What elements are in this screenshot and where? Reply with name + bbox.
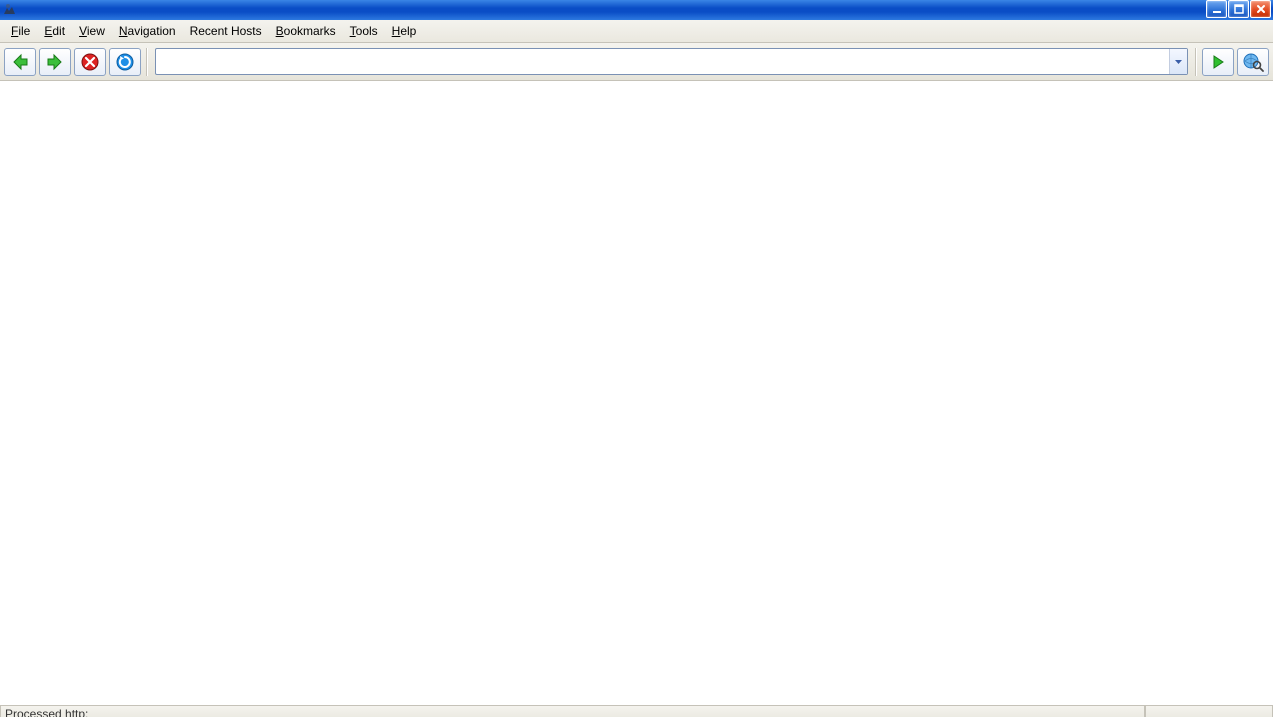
address-input[interactable] bbox=[156, 49, 1169, 74]
close-button[interactable] bbox=[1250, 0, 1271, 18]
window-controls bbox=[1206, 0, 1271, 20]
search-button[interactable] bbox=[1237, 48, 1269, 76]
toolbar-separator-2 bbox=[1195, 48, 1197, 76]
go-icon bbox=[1209, 53, 1227, 71]
menu-file[interactable]: File bbox=[4, 21, 37, 42]
status-right-cell bbox=[1145, 706, 1273, 717]
toolbar bbox=[0, 43, 1273, 81]
back-arrow-icon bbox=[10, 52, 30, 72]
minimize-button[interactable] bbox=[1206, 0, 1227, 18]
back-button[interactable] bbox=[4, 48, 36, 76]
toolbar-separator bbox=[146, 48, 148, 76]
menu-bookmarks[interactable]: Bookmarks bbox=[269, 21, 343, 42]
status-text: Processed http: bbox=[0, 706, 1145, 717]
maximize-icon bbox=[1234, 4, 1244, 14]
app-icon bbox=[2, 2, 18, 18]
reload-icon bbox=[115, 52, 135, 72]
menu-view[interactable]: View bbox=[72, 21, 112, 42]
statusbar: Processed http: bbox=[0, 705, 1273, 717]
address-bar[interactable] bbox=[155, 48, 1188, 75]
menubar: File Edit View Navigation Recent Hosts B… bbox=[0, 20, 1273, 43]
minimize-icon bbox=[1212, 4, 1222, 14]
go-button[interactable] bbox=[1202, 48, 1234, 76]
menu-tools[interactable]: Tools bbox=[343, 21, 385, 42]
content-area bbox=[0, 81, 1273, 705]
close-icon bbox=[1256, 4, 1266, 14]
menu-navigation[interactable]: Navigation bbox=[112, 21, 183, 42]
stop-icon bbox=[80, 52, 100, 72]
menu-help[interactable]: Help bbox=[385, 21, 424, 42]
stop-button[interactable] bbox=[74, 48, 106, 76]
globe-search-icon bbox=[1242, 52, 1264, 72]
address-dropdown-button[interactable] bbox=[1169, 49, 1187, 74]
titlebar bbox=[0, 0, 1273, 20]
menu-recent-hosts[interactable]: Recent Hosts bbox=[183, 21, 269, 42]
maximize-button[interactable] bbox=[1228, 0, 1249, 18]
menu-edit[interactable]: Edit bbox=[37, 21, 72, 42]
chevron-down-icon bbox=[1174, 57, 1183, 66]
forward-arrow-icon bbox=[45, 52, 65, 72]
reload-button[interactable] bbox=[109, 48, 141, 76]
forward-button[interactable] bbox=[39, 48, 71, 76]
